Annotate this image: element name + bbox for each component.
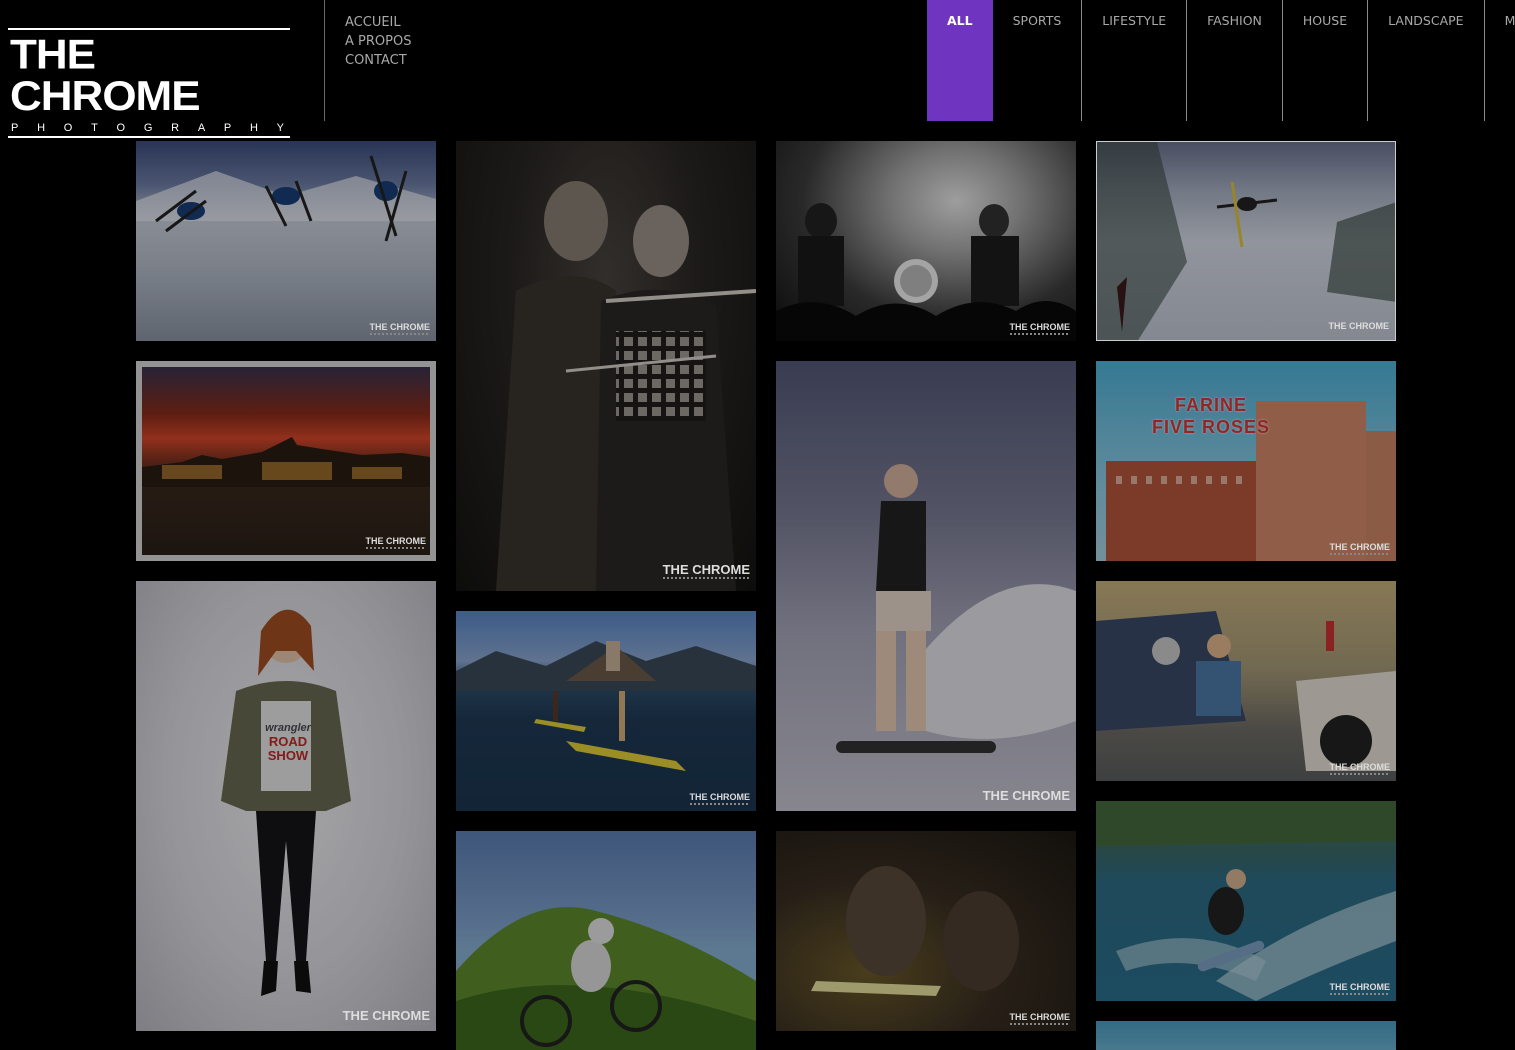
logo-letter: T <box>91 122 98 134</box>
watermark: THE CHROME <box>1010 1013 1071 1025</box>
site-logo[interactable]: THE CHROME P H O T O G R A P H Y <box>8 28 290 138</box>
logo-rule-bottom <box>8 136 290 138</box>
overlay <box>456 141 756 591</box>
logo-letter: P <box>11 122 19 134</box>
header-divider <box>324 0 325 121</box>
nav-contact[interactable]: CONTACT <box>345 51 411 70</box>
watermark: THE CHROME <box>342 1008 430 1023</box>
overlay <box>776 361 1076 811</box>
category-house[interactable]: HOUSE <box>1283 0 1369 121</box>
watermark: THE CHROME <box>1330 763 1391 775</box>
overlay <box>1096 1021 1396 1050</box>
logo-letter: H <box>249 122 258 134</box>
overlay <box>136 141 436 341</box>
overlay <box>1096 581 1396 781</box>
category-landscape[interactable]: LANDSCAPE <box>1368 0 1485 121</box>
logo-letter: R <box>171 122 180 134</box>
photo-sunset-city[interactable]: THE CHROME <box>136 361 436 561</box>
category-fashion[interactable]: FASHION <box>1187 0 1283 121</box>
watermark: THE CHROME <box>366 537 427 549</box>
watermark: THE CHROME <box>370 323 431 335</box>
photo-knife-portrait[interactable]: THE CHROME <box>776 831 1076 1031</box>
photo-mountain-bike[interactable] <box>456 831 756 1050</box>
logo-letter: H <box>37 122 46 134</box>
logo-letter: A <box>197 122 206 134</box>
overlay <box>456 831 756 1050</box>
overlay <box>1097 142 1395 340</box>
photo-concert[interactable]: THE CHROME <box>776 141 1076 341</box>
photo-ski-sequence[interactable]: THE CHROME <box>136 141 436 341</box>
overlay <box>776 831 1076 1031</box>
overlay <box>456 611 756 811</box>
photo-farine-five-roses[interactable]: FARINE FIVE ROSES THE CHROME <box>1096 361 1396 561</box>
main-nav: ACCUEIL A PROPOS CONTACT <box>345 13 411 70</box>
watermark: THE CHROME <box>982 788 1070 803</box>
logo-letter: Y <box>276 122 284 134</box>
category-filter: ALL SPORTS LIFESTYLE FASHION HOUSE LANDS… <box>927 0 1515 121</box>
photo-wakeboard-girl[interactable]: THE CHROME <box>776 361 1076 811</box>
watermark: THE CHROME <box>1330 983 1391 995</box>
overlay <box>776 141 1076 341</box>
overlay <box>136 361 436 561</box>
watermark: THE CHROME <box>1329 322 1390 334</box>
watermark: THE CHROME <box>662 562 750 577</box>
category-lifestyle[interactable]: LIFESTYLE <box>1082 0 1188 121</box>
watermark: THE CHROME <box>690 793 751 805</box>
photo-ski-jump[interactable]: THE CHROME <box>1096 141 1396 341</box>
logo-subtitle: P H O T O G R A P H Y <box>8 122 290 134</box>
photo-partial-bottom[interactable] <box>1096 1021 1396 1050</box>
logo-letter: P <box>223 122 232 134</box>
nav-a-propos[interactable]: A PROPOS <box>345 32 411 51</box>
photo-fashion-model[interactable]: wrangler ROAD SHOW THE CHROME <box>136 581 436 1031</box>
photo-couple-portrait[interactable]: THE CHROME <box>456 141 756 591</box>
category-all[interactable]: ALL <box>927 0 993 121</box>
category-music[interactable]: MU <box>1485 0 1515 121</box>
photo-garage-pinup[interactable]: THE CHROME <box>1096 581 1396 781</box>
watermark: THE CHROME <box>1010 323 1071 335</box>
nav-accueil[interactable]: ACCUEIL <box>345 13 411 32</box>
overlay <box>1096 361 1396 561</box>
category-sports[interactable]: SPORTS <box>993 0 1083 121</box>
overlay <box>136 581 436 1031</box>
photo-paddleboard-lake[interactable]: THE CHROME <box>456 611 756 811</box>
logo-letter: O <box>116 122 126 134</box>
logo-letter: G <box>143 122 153 134</box>
photo-wakeboarder[interactable]: THE CHROME <box>1096 801 1396 1001</box>
logo-letter: O <box>63 122 73 134</box>
logo-rule-top <box>8 28 290 30</box>
overlay <box>1096 801 1396 1001</box>
logo-title: THE CHROME <box>10 31 201 120</box>
watermark: THE CHROME <box>1330 543 1391 555</box>
